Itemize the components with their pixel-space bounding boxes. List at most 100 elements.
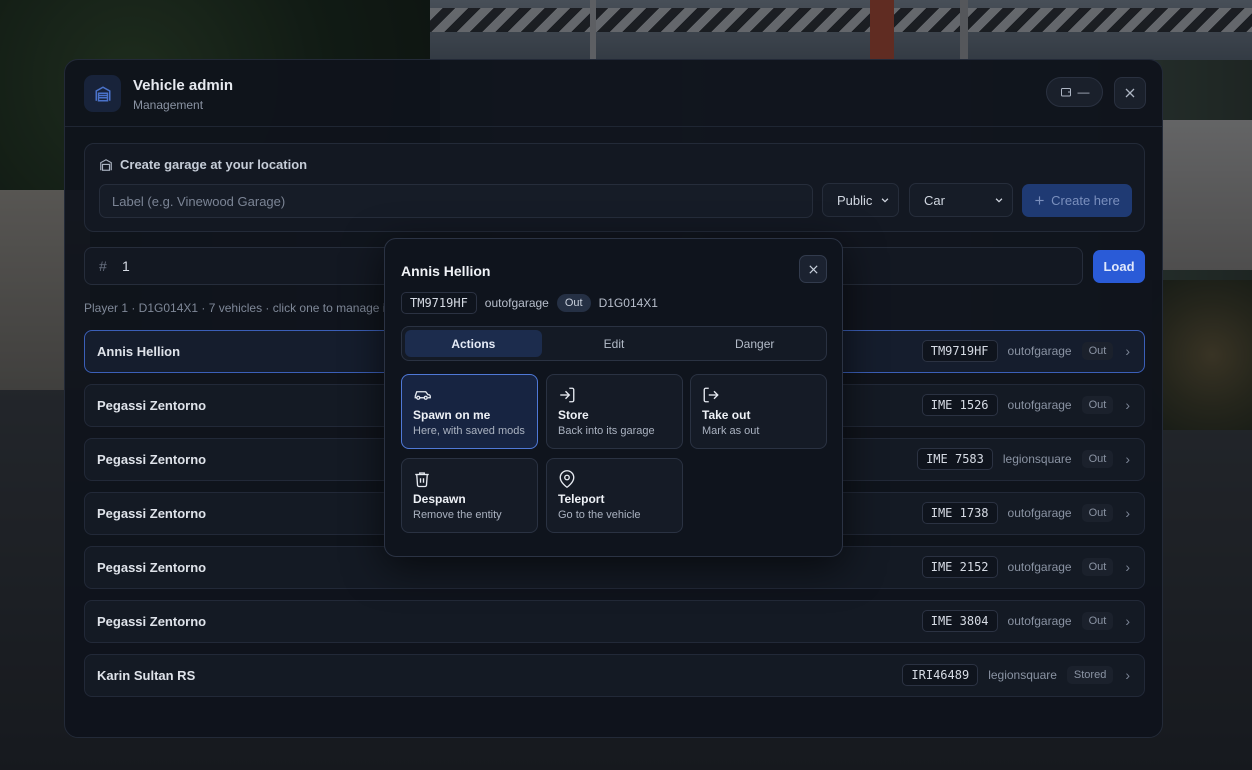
vehicle-plate: TM9719HF bbox=[921, 340, 998, 362]
despawn-button[interactable]: Despawn Remove the entity bbox=[401, 458, 538, 533]
vehicle-meta: IRI46489 legionsquare Stored › bbox=[902, 664, 1130, 686]
window-header: Vehicle admin Management — bbox=[65, 60, 1162, 127]
vehicle-plate: IME 1738 bbox=[921, 502, 998, 524]
status-badge: Out bbox=[1081, 612, 1114, 630]
vehicle-garage: legionsquare bbox=[988, 668, 1057, 682]
status-badge: Out bbox=[1081, 342, 1114, 360]
chevron-down-icon bbox=[881, 198, 889, 203]
wallet-icon bbox=[1060, 88, 1071, 97]
plus-icon bbox=[1035, 196, 1044, 205]
modal-status-badge: Out bbox=[556, 294, 591, 312]
minimize-label: — bbox=[1077, 85, 1090, 99]
modal-close-button[interactable] bbox=[799, 255, 827, 283]
vehicle-name: Pegassi Zentorno bbox=[97, 452, 207, 467]
map-pin-icon bbox=[559, 470, 575, 488]
vehicle-row[interactable]: Pegassi Zentorno IME 3804 outofgarage Out › bbox=[84, 600, 1145, 643]
vehicle-meta: IME 3804 outofgarage Out › bbox=[921, 610, 1130, 632]
garage-label-placeholder: Label (e.g. Vinewood Garage) bbox=[112, 193, 286, 209]
create-garage-title: Create garage at your location bbox=[120, 157, 308, 172]
action-subtitle: Mark as out bbox=[702, 425, 760, 437]
store-button[interactable]: Store Back into its garage bbox=[546, 374, 683, 449]
vehicle-garage: legionsquare bbox=[1002, 452, 1072, 466]
log-out-icon bbox=[703, 387, 719, 403]
vehicle-meta: IME 2152 outofgarage Out › bbox=[921, 556, 1130, 578]
vehicle-garage: outofgarage bbox=[1007, 614, 1072, 628]
log-in-icon bbox=[560, 387, 575, 403]
vehicle-meta: IME 7583 legionsquare Out › bbox=[917, 448, 1130, 470]
garage-icon bbox=[100, 158, 112, 171]
window-title: Vehicle admin bbox=[133, 77, 234, 94]
vehicle-plate: IME 3804 bbox=[921, 610, 998, 632]
teleport-button[interactable]: Teleport Go to the vehicle bbox=[546, 458, 683, 533]
chevron-right-icon: › bbox=[1125, 667, 1130, 683]
load-button[interactable]: Load bbox=[1093, 250, 1145, 283]
take-out-button[interactable]: Take out Mark as out bbox=[690, 374, 827, 449]
garage-type-value: Car bbox=[924, 192, 945, 208]
window-subtitle: Management bbox=[133, 98, 204, 112]
status-badge: Out bbox=[1081, 450, 1114, 468]
action-subtitle: Remove the entity bbox=[413, 509, 502, 521]
car-icon bbox=[414, 391, 431, 400]
modal-plate: TM9719HF bbox=[401, 292, 477, 314]
chevron-right-icon: › bbox=[1125, 343, 1130, 359]
minimize-button[interactable]: — bbox=[1046, 77, 1103, 107]
status-badge: Out bbox=[1081, 558, 1114, 576]
action-title: Teleport bbox=[558, 492, 605, 506]
modal-owner: D1G014X1 bbox=[598, 296, 658, 310]
window-close-button[interactable] bbox=[1114, 77, 1146, 109]
chevron-right-icon: › bbox=[1125, 397, 1130, 413]
vehicle-meta: TM9719HF outofgarage Out › bbox=[921, 340, 1130, 362]
action-title: Take out bbox=[702, 408, 751, 422]
vehicle-garage: outofgarage bbox=[1007, 506, 1072, 520]
player-search-value: 1 bbox=[122, 258, 130, 274]
create-garage-heading: Create garage at your location bbox=[99, 157, 307, 172]
garage-label-input[interactable]: Label (e.g. Vinewood Garage) bbox=[99, 184, 813, 218]
create-here-button[interactable]: Create here bbox=[1022, 184, 1132, 217]
trash-icon bbox=[415, 472, 429, 488]
vehicle-name: Pegassi Zentorno bbox=[97, 398, 207, 413]
chevron-right-icon: › bbox=[1125, 505, 1130, 521]
tab-actions[interactable]: Actions bbox=[405, 330, 542, 357]
vehicle-modal: Annis Hellion TM9719HF outofgarage Out D… bbox=[384, 238, 843, 557]
chevron-right-icon: › bbox=[1125, 613, 1130, 629]
tab-danger[interactable]: Danger bbox=[686, 330, 823, 357]
vehicle-garage: outofgarage bbox=[1007, 560, 1072, 574]
vehicle-name: Annis Hellion bbox=[97, 344, 181, 359]
vehicle-garage: outofgarage bbox=[1007, 344, 1072, 358]
chevron-right-icon: › bbox=[1125, 451, 1130, 467]
close-icon bbox=[1125, 88, 1135, 98]
status-badge: Out bbox=[1081, 396, 1114, 414]
modal-tabs: Actions Edit Danger bbox=[401, 326, 827, 361]
vehicle-name: Pegassi Zentorno bbox=[97, 506, 207, 521]
vehicle-plate: IME 7583 bbox=[917, 448, 993, 470]
action-subtitle: Back into its garage bbox=[558, 425, 655, 437]
visibility-value: Public bbox=[837, 192, 873, 208]
create-here-label: Create here bbox=[1051, 193, 1120, 208]
action-title: Despawn bbox=[413, 492, 466, 506]
close-icon bbox=[808, 264, 818, 274]
action-subtitle: Here, with saved mods bbox=[413, 425, 525, 437]
chevron-down-icon bbox=[995, 198, 1003, 203]
spawn-on-me-button[interactable]: Spawn on me Here, with saved mods bbox=[401, 374, 538, 449]
vehicle-plate: IME 2152 bbox=[921, 556, 998, 578]
tab-edit[interactable]: Edit bbox=[546, 330, 683, 357]
vehicle-name: Pegassi Zentorno bbox=[97, 614, 207, 629]
action-title: Store bbox=[558, 408, 589, 422]
modal-title: Annis Hellion bbox=[401, 263, 491, 279]
vehicle-row[interactable]: Karin Sultan RS IRI46489 legionsquare Store… bbox=[84, 654, 1145, 697]
hash-icon: # bbox=[99, 258, 107, 274]
chevron-right-icon: › bbox=[1125, 559, 1130, 575]
vehicle-meta: IME 1738 outofgarage Out › bbox=[921, 502, 1130, 524]
vehicle-name: Karin Sultan RS bbox=[97, 668, 196, 683]
vehicle-plate: IRI46489 bbox=[902, 664, 979, 686]
vehicle-name: Pegassi Zentorno bbox=[97, 560, 207, 575]
status-badge: Stored bbox=[1066, 666, 1114, 684]
status-badge: Out bbox=[1081, 504, 1114, 522]
modal-garage: outofgarage bbox=[484, 296, 549, 310]
garage-type-select[interactable]: Car bbox=[909, 183, 1013, 217]
garage-icon bbox=[84, 75, 121, 112]
vehicle-garage: outofgarage bbox=[1007, 398, 1072, 412]
vehicle-meta: IME 1526 outofgarage Out › bbox=[921, 394, 1130, 416]
player-summary: Player 1 · D1G014X1 · 7 vehicles · click… bbox=[84, 301, 389, 315]
visibility-select[interactable]: Public bbox=[822, 183, 899, 217]
